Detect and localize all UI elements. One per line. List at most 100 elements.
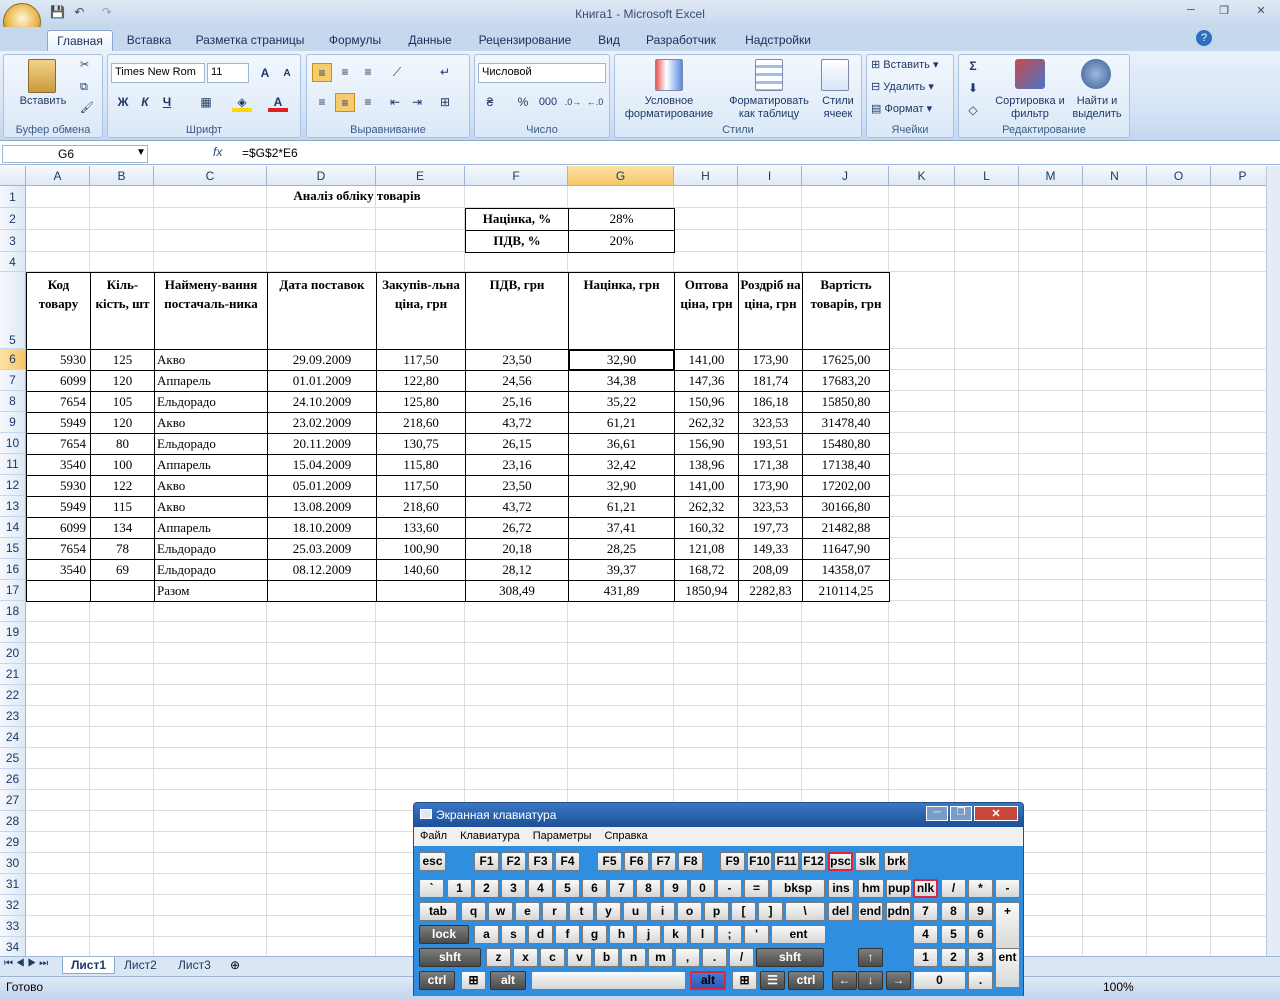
table-cell[interactable]: 100,90 bbox=[376, 538, 466, 560]
table-cell[interactable]: 80 bbox=[90, 433, 155, 455]
row-header[interactable]: 11 bbox=[0, 454, 26, 475]
key--[interactable]: - bbox=[717, 879, 742, 898]
align-center-icon[interactable]: ≡ bbox=[335, 93, 355, 112]
font-name-dropdown[interactable]: Times New Rom bbox=[111, 63, 205, 83]
shrink-font-icon[interactable]: A bbox=[277, 64, 297, 83]
markup-label[interactable]: Націнка, % bbox=[465, 208, 569, 231]
fill-color-icon[interactable]: ◈ bbox=[232, 93, 252, 112]
table-cell[interactable]: 3540 bbox=[26, 454, 91, 476]
key-shft[interactable]: shft bbox=[756, 948, 824, 967]
key-slk[interactable]: slk bbox=[855, 852, 880, 871]
column-header-f[interactable]: F bbox=[465, 166, 568, 186]
table-cell[interactable]: 147,36 bbox=[674, 370, 739, 392]
name-box-dropdown-icon[interactable]: ▼ bbox=[136, 147, 146, 158]
column-header-b[interactable]: B bbox=[90, 166, 154, 186]
key-F9[interactable]: F9 bbox=[720, 852, 745, 871]
tab-insert[interactable]: Вставка bbox=[120, 30, 178, 51]
table-cell[interactable]: 61,21 bbox=[568, 412, 675, 434]
table-cell[interactable]: Акво bbox=[154, 349, 268, 371]
column-header-i[interactable]: I bbox=[738, 166, 802, 186]
row-header[interactable]: 8 bbox=[0, 391, 26, 412]
key-i[interactable]: i bbox=[650, 902, 675, 921]
key-6[interactable]: 6 bbox=[968, 925, 993, 944]
table-cell[interactable]: 43,72 bbox=[465, 496, 569, 518]
osk-maximize-icon[interactable]: ❐ bbox=[950, 806, 972, 821]
column-title[interactable]: Наймену-вання постачаль-ника bbox=[154, 272, 268, 350]
table-cell[interactable]: 171,38 bbox=[738, 454, 803, 476]
key-F8[interactable]: F8 bbox=[678, 852, 703, 871]
key-e[interactable]: e bbox=[515, 902, 540, 921]
row-header[interactable]: 7 bbox=[0, 370, 26, 391]
key-4[interactable]: 4 bbox=[528, 879, 553, 898]
decrease-indent-icon[interactable]: ⇤ bbox=[385, 93, 405, 112]
row-header[interactable]: 26 bbox=[0, 769, 26, 790]
insert-function-button[interactable]: fx bbox=[213, 145, 222, 159]
name-box[interactable]: G6 bbox=[2, 145, 148, 163]
column-header-m[interactable]: M bbox=[1019, 166, 1083, 186]
key-2[interactable]: 2 bbox=[941, 948, 966, 967]
total-cell[interactable]: 2282,83 bbox=[738, 580, 803, 602]
total-cell[interactable] bbox=[26, 580, 91, 602]
row-header[interactable]: 14 bbox=[0, 517, 26, 538]
column-header-d[interactable]: D bbox=[267, 166, 376, 186]
windows-key-icon[interactable]: ⊞ bbox=[732, 971, 757, 990]
table-cell[interactable]: 120 bbox=[90, 370, 155, 392]
table-cell[interactable]: 149,33 bbox=[738, 538, 803, 560]
table-cell[interactable]: 6099 bbox=[26, 517, 91, 539]
format-as-table-button[interactable]: Форматировать как таблицу bbox=[723, 95, 815, 121]
table-cell[interactable]: 14358,07 bbox=[802, 559, 890, 581]
osk-menu-settings[interactable]: Параметры bbox=[533, 830, 592, 842]
key-7[interactable]: 7 bbox=[609, 879, 634, 898]
row-header[interactable]: 28 bbox=[0, 811, 26, 832]
table-cell[interactable]: 43,72 bbox=[465, 412, 569, 434]
key-F12[interactable]: F12 bbox=[801, 852, 826, 871]
key-][interactable]: ] bbox=[758, 902, 783, 921]
table-cell[interactable]: 21482,88 bbox=[802, 517, 890, 539]
table-cell[interactable]: 125,80 bbox=[376, 391, 466, 413]
sort-filter-icon[interactable] bbox=[1015, 59, 1045, 89]
table-cell[interactable]: 122,80 bbox=[376, 370, 466, 392]
key-7[interactable]: 7 bbox=[913, 902, 938, 921]
column-header-o[interactable]: O bbox=[1147, 166, 1211, 186]
table-cell[interactable]: 11647,90 bbox=[802, 538, 890, 560]
key-.-8[interactable]: . bbox=[968, 971, 993, 990]
key-l[interactable]: l bbox=[690, 925, 715, 944]
row-header[interactable]: 9 bbox=[0, 412, 26, 433]
table-cell[interactable]: Акво bbox=[154, 412, 268, 434]
key-d[interactable]: d bbox=[528, 925, 553, 944]
key-w[interactable]: w bbox=[488, 902, 513, 921]
table-cell[interactable]: 32,42 bbox=[568, 454, 675, 476]
table-cell[interactable]: 37,41 bbox=[568, 517, 675, 539]
orientation-icon[interactable]: ⟋ bbox=[387, 63, 407, 82]
key-6[interactable]: 6 bbox=[582, 879, 607, 898]
font-size-dropdown[interactable]: 11 bbox=[207, 63, 249, 83]
key-h[interactable]: h bbox=[609, 925, 634, 944]
key-y[interactable]: y bbox=[596, 902, 621, 921]
tab-developer[interactable]: Разработчик bbox=[640, 30, 722, 51]
key-s[interactable]: s bbox=[501, 925, 526, 944]
table-cell[interactable]: 115 bbox=[90, 496, 155, 518]
table-cell[interactable]: 140,60 bbox=[376, 559, 466, 581]
table-cell[interactable]: 5949 bbox=[26, 496, 91, 518]
table-cell[interactable]: 262,32 bbox=[674, 496, 739, 518]
key-tab[interactable]: tab bbox=[419, 902, 457, 921]
row-header[interactable]: 12 bbox=[0, 475, 26, 496]
sheet-nav-icon[interactable]: ⏮ ◀ ▶ ⏭ bbox=[4, 958, 48, 969]
table-cell[interactable]: 138,96 bbox=[674, 454, 739, 476]
row-header[interactable]: 2 bbox=[0, 208, 26, 230]
column-title[interactable]: Закупів-льна ціна, грн bbox=[376, 272, 466, 350]
key-/[interactable]: / bbox=[729, 948, 754, 967]
column-title[interactable]: Код товару bbox=[26, 272, 91, 350]
column-header-c[interactable]: C bbox=[154, 166, 267, 186]
key-del[interactable]: del bbox=[828, 902, 853, 921]
format-cells-button[interactable]: ▤ Формат ▾ bbox=[871, 103, 932, 116]
insert-cells-button[interactable]: ⊞ Вставить ▾ bbox=[871, 59, 939, 72]
table-cell[interactable]: 36,61 bbox=[568, 433, 675, 455]
merge-center-icon[interactable]: ⊞ bbox=[435, 93, 455, 112]
table-cell[interactable]: 13.08.2009 bbox=[267, 496, 377, 518]
row-header[interactable]: 6 bbox=[0, 349, 26, 370]
key-psc[interactable]: psc bbox=[828, 852, 853, 871]
grow-font-icon[interactable]: A bbox=[255, 64, 275, 83]
key-\[interactable]: \ bbox=[785, 902, 825, 921]
tab-addins[interactable]: Надстройки bbox=[736, 30, 820, 51]
